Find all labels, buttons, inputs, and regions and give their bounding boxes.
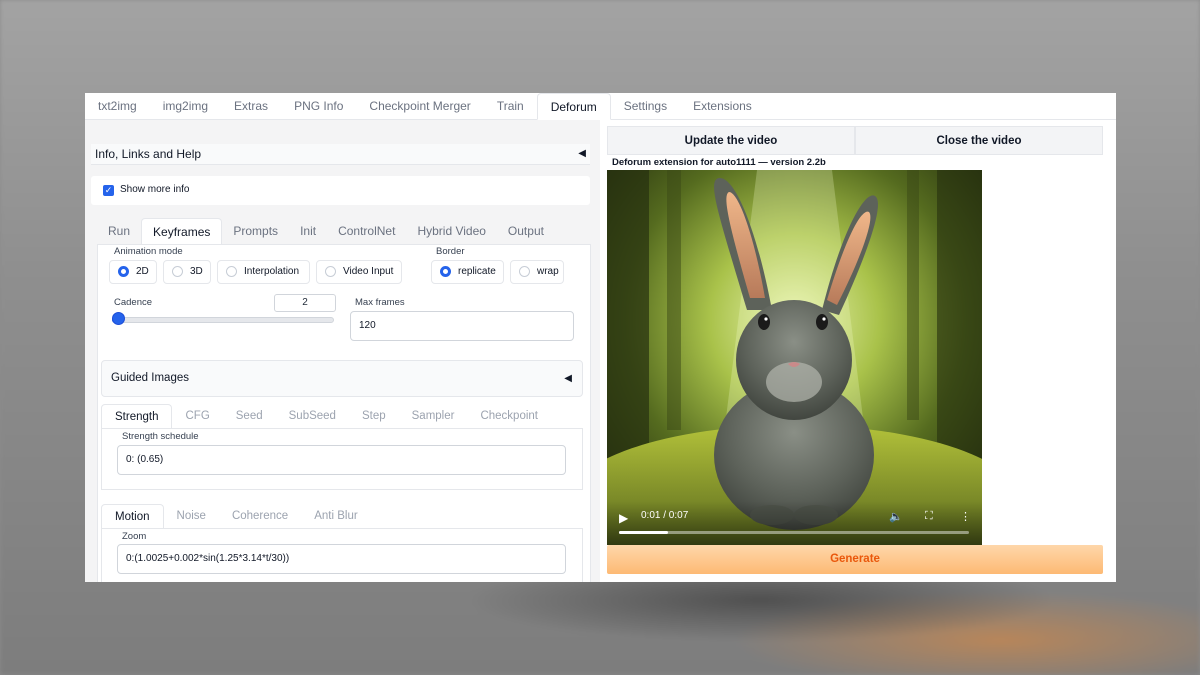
video-progress-fill bbox=[619, 531, 668, 534]
output-column: Update the video Close the video Deforum… bbox=[600, 120, 1116, 582]
radio-wrap[interactable]: wrap bbox=[510, 260, 564, 284]
tab-motion[interactable]: Motion bbox=[101, 504, 164, 529]
webui-window: txt2img img2img Extras PNG Info Checkpoi… bbox=[85, 93, 1116, 582]
show-more-info-checkbox[interactable]: ✓ bbox=[103, 185, 114, 196]
zoom-label: Zoom bbox=[122, 531, 147, 542]
tab-extensions[interactable]: Extensions bbox=[680, 93, 765, 119]
more-options-icon[interactable]: ⋮ bbox=[960, 510, 971, 523]
show-more-info-label: Show more info bbox=[120, 184, 190, 195]
video-time: 0:01 / 0:07 bbox=[641, 510, 689, 521]
radio-label: Interpolation bbox=[244, 266, 300, 277]
tab-extras[interactable]: Extras bbox=[221, 93, 281, 119]
deforum-sub-tabs: Run Keyframes Prompts Init ControlNet Hy… bbox=[97, 218, 555, 245]
zoom-input[interactable]: 0:(1.0025+0.002*sin(1.25*3.14*t/30)) bbox=[117, 544, 566, 574]
tab-deforum[interactable]: Deforum bbox=[536, 93, 611, 120]
radio-label: replicate bbox=[458, 266, 496, 277]
radio-2d[interactable]: 2D bbox=[109, 260, 157, 284]
update-video-button[interactable]: Update the video bbox=[607, 126, 855, 155]
tab-sampler[interactable]: Sampler bbox=[399, 404, 468, 429]
radio-interpolation[interactable]: Interpolation bbox=[217, 260, 310, 284]
tab-img2img[interactable]: img2img bbox=[150, 93, 221, 119]
tab-prompts[interactable]: Prompts bbox=[222, 218, 289, 245]
collapse-triangle-icon[interactable]: ◀ bbox=[564, 373, 572, 384]
cadence-number-input[interactable]: 2 bbox=[274, 294, 336, 312]
radio-indicator bbox=[440, 266, 451, 277]
tab-output[interactable]: Output bbox=[497, 218, 555, 245]
radio-label: 2D bbox=[136, 266, 149, 277]
info-accordion-header[interactable]: Info, Links and Help ◀ bbox=[91, 144, 590, 165]
strength-schedule-input[interactable]: 0: (0.65) bbox=[117, 445, 566, 475]
tab-checkpoint[interactable]: Checkpoint bbox=[467, 404, 551, 429]
top-tab-bar: txt2img img2img Extras PNG Info Checkpoi… bbox=[85, 93, 1116, 120]
tab-cfg[interactable]: CFG bbox=[172, 404, 222, 429]
video-player[interactable]: ▶ 0:01 / 0:07 🔈 ⛶ ⋮ bbox=[607, 170, 982, 545]
guided-images-accordion[interactable]: Guided Images ◀ bbox=[101, 360, 583, 397]
radio-video-input[interactable]: Video Input bbox=[316, 260, 402, 284]
strength-schedule-label: Strength schedule bbox=[122, 431, 199, 442]
tab-noise[interactable]: Noise bbox=[164, 504, 219, 529]
tab-step[interactable]: Step bbox=[349, 404, 399, 429]
animation-mode-label: Animation mode bbox=[114, 246, 183, 257]
radio-label: wrap bbox=[537, 266, 559, 277]
video-progress-bar[interactable] bbox=[619, 531, 969, 534]
radio-indicator bbox=[118, 266, 129, 277]
guided-images-title: Guided Images bbox=[111, 372, 189, 384]
tab-seed[interactable]: Seed bbox=[223, 404, 276, 429]
show-more-info-row: ✓ Show more info bbox=[91, 176, 590, 205]
play-icon[interactable]: ▶ bbox=[619, 511, 628, 525]
generate-button[interactable]: Generate bbox=[607, 545, 1103, 574]
radio-label: Video Input bbox=[343, 266, 394, 277]
settings-column: Info, Links and Help ◀ ✓ Show more info … bbox=[85, 120, 600, 582]
max-frames-label: Max frames bbox=[355, 297, 405, 308]
accordion-title: Info, Links and Help bbox=[95, 147, 202, 161]
radio-indicator bbox=[519, 266, 530, 277]
max-frames-input[interactable]: 120 bbox=[350, 311, 574, 341]
tab-subseed[interactable]: SubSeed bbox=[276, 404, 349, 429]
extension-version-text: Deforum extension for auto1111 — version… bbox=[612, 157, 826, 168]
video-controls: ▶ 0:01 / 0:07 🔈 ⛶ ⋮ bbox=[607, 501, 982, 545]
tab-coherence[interactable]: Coherence bbox=[219, 504, 301, 529]
collapse-triangle-icon[interactable]: ◀ bbox=[578, 148, 586, 159]
motion-tabs: Motion Noise Coherence Anti Blur bbox=[101, 504, 371, 529]
tab-train[interactable]: Train bbox=[484, 93, 537, 119]
volume-icon[interactable]: 🔈 bbox=[889, 510, 903, 523]
close-video-button[interactable]: Close the video bbox=[855, 126, 1103, 155]
tab-init[interactable]: Init bbox=[289, 218, 327, 245]
tab-controlnet[interactable]: ControlNet bbox=[327, 218, 406, 245]
radio-indicator bbox=[325, 266, 336, 277]
cadence-slider[interactable] bbox=[112, 317, 334, 323]
tab-png-info[interactable]: PNG Info bbox=[281, 93, 356, 119]
tab-txt2img[interactable]: txt2img bbox=[85, 93, 150, 119]
tab-anti-blur[interactable]: Anti Blur bbox=[301, 504, 370, 529]
radio-indicator bbox=[172, 266, 183, 277]
tab-settings[interactable]: Settings bbox=[611, 93, 680, 119]
radio-3d[interactable]: 3D bbox=[163, 260, 211, 284]
border-label: Border bbox=[436, 246, 465, 257]
schedule-tabs: Strength CFG Seed SubSeed Step Sampler C… bbox=[101, 404, 551, 429]
tab-run[interactable]: Run bbox=[97, 218, 141, 245]
tab-keyframes[interactable]: Keyframes bbox=[141, 218, 223, 245]
cadence-label: Cadence bbox=[114, 297, 153, 308]
radio-label: 3D bbox=[190, 266, 203, 277]
tab-hybrid-video[interactable]: Hybrid Video bbox=[406, 218, 496, 245]
radio-indicator bbox=[226, 266, 237, 277]
tab-checkpoint-merger[interactable]: Checkpoint Merger bbox=[356, 93, 483, 119]
rabbit-video-frame bbox=[607, 170, 982, 545]
radio-replicate[interactable]: replicate bbox=[431, 260, 504, 284]
tab-strength[interactable]: Strength bbox=[101, 404, 173, 429]
cadence-slider-handle[interactable] bbox=[112, 312, 125, 325]
fullscreen-icon[interactable]: ⛶ bbox=[925, 510, 933, 523]
